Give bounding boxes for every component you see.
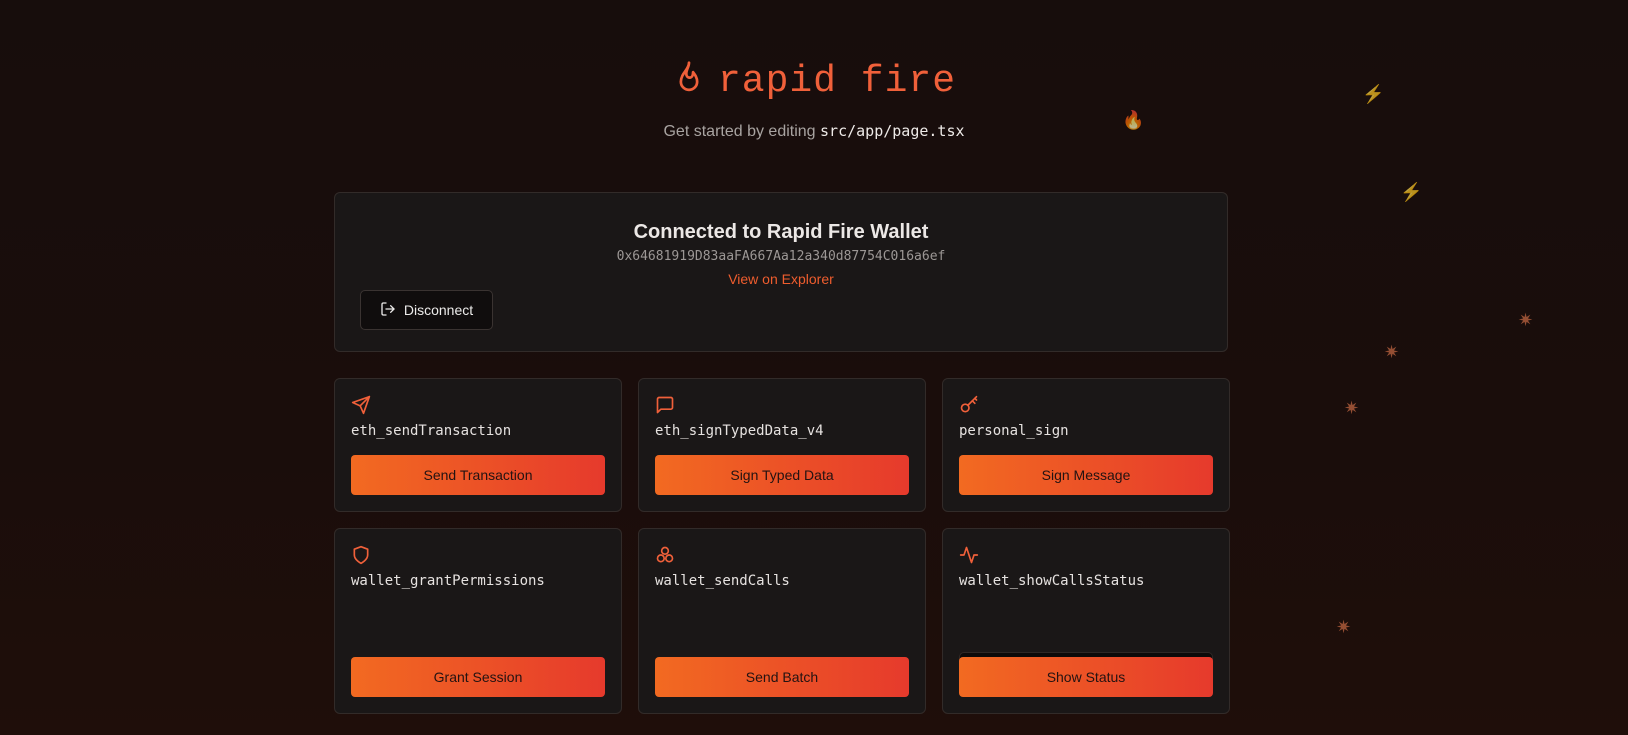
disconnect-label: Disconnect [403, 302, 474, 318]
bolt-icon: ⚡ [1400, 182, 1423, 202]
send-transaction-button[interactable]: Send Transaction [351, 455, 605, 495]
show-status-button[interactable]: Show Status [959, 657, 1213, 697]
card-send-calls: wallet_sendCalls Send Batch [638, 528, 926, 714]
method-name: eth_sendTransaction [351, 423, 512, 439]
activity-icon [959, 545, 979, 565]
bolt-icon: ⚡ [1362, 84, 1385, 104]
card-grant-permissions: wallet_grantPermissions Grant Session [334, 528, 622, 714]
card-send-transaction: eth_sendTransaction Send Transaction [334, 378, 622, 512]
wallet-address: 0x64681919D83aaFA667Aa12a340d87754C016a6… [616, 249, 946, 264]
method-name: personal_sign [959, 423, 1069, 439]
app-title: rapid fire [717, 60, 957, 103]
key-icon [959, 395, 979, 415]
flame-icon [672, 60, 706, 103]
method-name: wallet_showCallsStatus [959, 573, 1145, 589]
explorer-link[interactable]: View on Explorer [335, 271, 1227, 287]
logout-icon [380, 301, 396, 320]
send-batch-button[interactable]: Send Batch [655, 657, 909, 697]
sign-message-button[interactable]: Sign Message [959, 455, 1213, 495]
connection-panel: Connected to Rapid Fire Wallet 0x6468191… [334, 192, 1228, 352]
grant-session-button[interactable]: Grant Session [351, 657, 605, 697]
card-personal-sign: personal_sign Sign Message [942, 378, 1230, 512]
connection-title: Connected to Rapid Fire Wallet [633, 221, 929, 243]
boxes-icon [655, 545, 675, 565]
method-name: eth_signTypedData_v4 [655, 423, 824, 439]
burst-icon: ✷ [1344, 398, 1360, 418]
disconnect-button[interactable]: Disconnect [360, 290, 493, 330]
burst-icon: ✷ [1384, 342, 1400, 362]
flame-particle-icon: 🔥 [1122, 110, 1145, 130]
burst-icon: ✷ [1336, 617, 1352, 637]
shield-icon [351, 545, 371, 565]
subtitle-code: src/app/page.tsx [820, 122, 965, 140]
send-icon [351, 395, 371, 415]
subtitle-text: Get started by editing [663, 123, 821, 140]
burst-icon: ✷ [1518, 310, 1534, 330]
sign-typed-data-button[interactable]: Sign Typed Data [655, 455, 909, 495]
card-sign-typed-data: eth_signTypedData_v4 Sign Typed Data [638, 378, 926, 512]
card-show-calls-status: wallet_showCallsStatus Show Status [942, 528, 1230, 714]
method-name: wallet_sendCalls [655, 573, 790, 589]
subtitle: Get started by editing src/app/page.tsx [0, 122, 1628, 141]
method-name: wallet_grantPermissions [351, 573, 545, 589]
message-icon [655, 395, 675, 415]
